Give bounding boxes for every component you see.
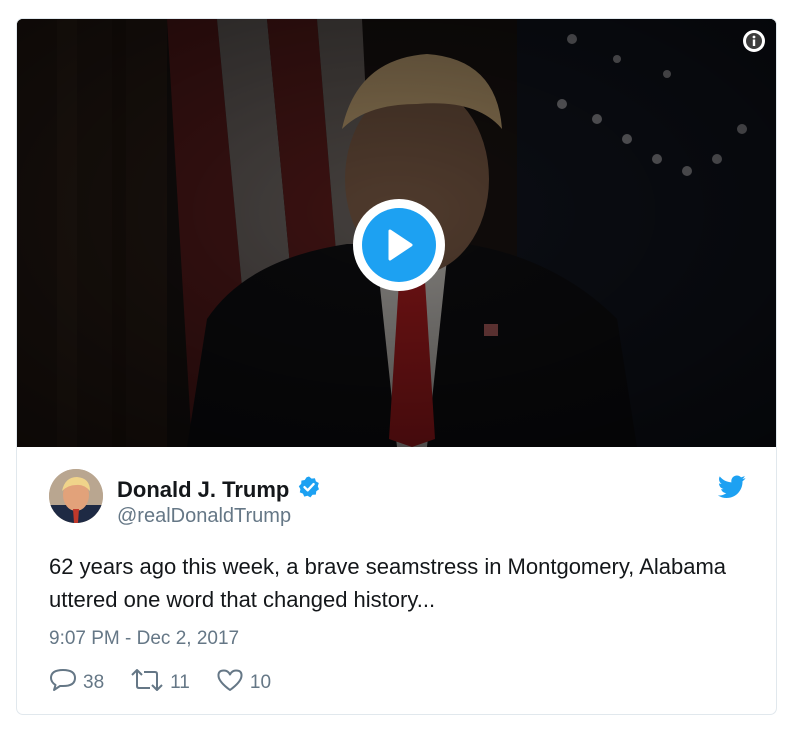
like-button[interactable]: 10: [216, 668, 271, 698]
heart-icon: [216, 668, 244, 698]
tweet-card: Donald J. Trump @realDonaldTrump 62 year…: [16, 18, 777, 715]
twitter-bird-icon[interactable]: [717, 475, 746, 504]
reply-count: 38: [83, 672, 105, 693]
play-icon: [362, 208, 436, 282]
info-icon[interactable]: [743, 30, 765, 52]
tweet-text: 62 years ago this week, a brave seamstre…: [49, 554, 727, 612]
verified-badge-icon: [297, 475, 321, 505]
play-button[interactable]: [353, 199, 445, 291]
tweet-timestamp[interactable]: 9:07 PM - Dec 2, 2017: [49, 628, 239, 650]
author-handle[interactable]: @realDonaldTrump: [117, 505, 291, 528]
reply-button[interactable]: 38: [49, 667, 104, 699]
retweet-icon: [130, 668, 164, 698]
video-thumbnail[interactable]: [17, 19, 776, 447]
like-count: 10: [249, 672, 272, 693]
retweet-count: 11: [170, 672, 190, 693]
avatar[interactable]: [49, 469, 103, 523]
tweet-actions: 38 11 10: [49, 667, 271, 699]
retweet-button[interactable]: 11: [130, 668, 190, 698]
reply-icon: [49, 667, 77, 699]
author-name-row[interactable]: Donald J. Trump: [117, 475, 321, 505]
author-name[interactable]: Donald J. Trump: [117, 477, 289, 503]
tweet-body: Donald J. Trump @realDonaldTrump 62 year…: [17, 447, 776, 714]
